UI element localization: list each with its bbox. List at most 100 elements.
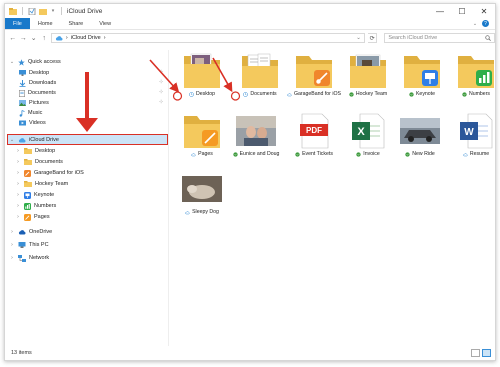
chevron-right-icon[interactable]: › xyxy=(15,192,21,198)
sidebar-onedrive[interactable]: › OneDrive xyxy=(9,227,52,237)
address-dropdown-icon[interactable]: ⌄ xyxy=(356,35,364,41)
pin-icon[interactable]: ⊹ xyxy=(159,69,163,75)
chevron-right-icon[interactable]: › xyxy=(15,148,21,154)
maximize-button[interactable]: ☐ xyxy=(451,4,473,18)
sidebar-item-icloud-hockey-team[interactable]: › Hockey Team xyxy=(15,179,68,189)
help-icon[interactable]: ? xyxy=(482,20,489,27)
folder-icon xyxy=(350,54,386,88)
sidebar-item-label: Documents xyxy=(28,90,56,96)
folder-icon xyxy=(184,53,220,88)
chevron-right-icon[interactable]: › xyxy=(9,229,15,235)
ribbon-expand-icon[interactable]: ⌄ xyxy=(472,21,478,27)
file-name: Numbers xyxy=(468,91,491,97)
file-name: Keynote xyxy=(415,91,436,97)
sidebar-item-icloud-documents[interactable]: › Documents xyxy=(15,157,63,167)
sidebar-item-label: Network xyxy=(29,255,50,261)
file-item-resume[interactable]: W Resume xyxy=(449,112,495,158)
up-button[interactable]: ↑ xyxy=(40,35,47,42)
sidebar-this-pc[interactable]: › This PC xyxy=(9,240,49,250)
file-item-invoice[interactable]: X Invoice xyxy=(341,112,395,158)
minimize-button[interactable]: — xyxy=(429,4,451,18)
sidebar-icloud-drive[interactable]: ⌄ iCloud Drive xyxy=(9,135,59,145)
new-folder-icon[interactable] xyxy=(39,8,47,15)
chevron-right-icon[interactable]: › xyxy=(9,255,15,261)
status-bar: 13 items xyxy=(5,346,495,360)
details-view-button[interactable] xyxy=(471,349,480,357)
sidebar-item-downloads[interactable]: Downloads xyxy=(19,78,56,88)
sidebar-item-music[interactable]: Music xyxy=(19,108,42,118)
chevron-right-icon[interactable]: › xyxy=(15,181,21,187)
file-item-event-tickets[interactable]: PDF Event Tickets xyxy=(287,112,341,158)
file-item-keynote[interactable]: Keynote xyxy=(395,52,449,98)
tab-home[interactable]: Home xyxy=(30,18,61,29)
file-item-new-ride[interactable]: New Ride xyxy=(393,112,447,158)
tab-share[interactable]: Share xyxy=(61,18,92,29)
sidebar-item-icloud-desktop[interactable]: › Desktop xyxy=(15,146,55,156)
sidebar-item-icloud-pages[interactable]: › Pages xyxy=(15,212,50,222)
refresh-button[interactable]: ⟳ xyxy=(367,33,378,43)
pin-icon[interactable]: ⊹ xyxy=(159,99,163,105)
chevron-down-icon[interactable]: ⌄ xyxy=(9,59,15,65)
chevron-down-icon[interactable]: ⌄ xyxy=(9,137,15,143)
address-path[interactable]: iCloud Drive xyxy=(71,35,101,41)
computer-icon xyxy=(18,242,26,248)
sidebar-item-label: Videos xyxy=(29,120,46,126)
folder-icon xyxy=(296,56,332,88)
sidebar-item-icloud-numbers[interactable]: › Numbers xyxy=(15,201,56,211)
chevron-right-icon[interactable]: › xyxy=(9,242,15,248)
pin-icon[interactable]: ⊹ xyxy=(159,79,163,85)
garageband-icon xyxy=(24,169,31,177)
sidebar-item-icloud-garageband[interactable]: › GarageBand for iOS xyxy=(15,168,84,178)
sidebar-item-videos[interactable]: Videos xyxy=(19,118,46,128)
file-item-garageband[interactable]: GarageBand for iOS xyxy=(287,52,341,98)
star-icon xyxy=(18,58,25,66)
back-button[interactable]: ← xyxy=(9,35,16,42)
file-name: New Ride xyxy=(412,151,435,157)
pdf-file-icon: PDF xyxy=(300,113,329,149)
tab-file[interactable]: File xyxy=(5,18,30,29)
search-icon xyxy=(485,35,491,41)
sidebar-item-desktop[interactable]: Desktop xyxy=(19,68,49,78)
cloud-status-icon xyxy=(287,92,292,96)
address-bar[interactable]: › iCloud Drive › ⌄ xyxy=(50,33,365,43)
file-name: Sleepy Dog xyxy=(192,209,219,215)
file-item-hockey-team[interactable]: Hockey Team xyxy=(341,52,395,98)
sidebar-item-label: Keynote xyxy=(34,192,55,198)
quick-toolbar-dropdown-icon[interactable]: ▾ xyxy=(50,8,56,14)
chevron-right-icon[interactable]: › xyxy=(15,214,21,220)
sidebar-network[interactable]: › Network xyxy=(9,253,49,263)
file-name: Hockey Team xyxy=(355,91,388,97)
ribbon-tabs: File Home Share View ⌄ ? xyxy=(5,18,495,30)
synced-icon xyxy=(232,151,238,157)
properties-icon[interactable] xyxy=(28,7,36,15)
sidebar-item-icloud-keynote[interactable]: › Keynote xyxy=(15,190,54,200)
sidebar-item-pictures[interactable]: Pictures xyxy=(19,98,49,108)
sidebar-item-label: OneDrive xyxy=(29,229,53,235)
recent-locations-button[interactable]: ⌄ xyxy=(30,34,37,42)
sidebar-item-documents[interactable]: Documents xyxy=(19,88,56,98)
large-icons-view-button[interactable] xyxy=(482,349,491,357)
folder-icon xyxy=(24,181,32,187)
sidebar-quick-access[interactable]: ⌄ Quick access xyxy=(9,57,61,67)
search-input[interactable]: Search iCloud Drive xyxy=(384,33,495,43)
item-count: 13 items xyxy=(11,350,32,356)
forward-button[interactable]: → xyxy=(19,35,27,42)
file-item-documents[interactable]: Documents xyxy=(233,52,287,98)
close-button[interactable]: ✕ xyxy=(473,4,495,18)
chevron-right-icon[interactable]: › xyxy=(15,170,21,176)
excel-file-icon: X xyxy=(352,113,385,149)
sidebar-item-label: Desktop xyxy=(29,70,50,76)
file-item-sleepy-dog[interactable]: Sleepy Dog xyxy=(175,170,229,216)
word-file-icon: W xyxy=(460,113,493,149)
icloud-drive-label: iCloud Drive xyxy=(29,137,59,143)
file-item-numbers[interactable]: Numbers xyxy=(449,52,495,98)
chevron-right-icon[interactable]: › xyxy=(15,203,21,209)
chevron-right-icon[interactable]: › xyxy=(15,159,21,165)
file-item-pages[interactable]: Pages xyxy=(175,112,229,158)
tab-view[interactable]: View xyxy=(91,18,119,29)
folder-icon xyxy=(184,116,220,148)
photo-thumbnail xyxy=(182,176,222,202)
pin-icon[interactable]: ⊹ xyxy=(159,89,163,95)
file-item-desktop[interactable]: Desktop xyxy=(175,52,229,98)
file-item-eunice-and-doug[interactable]: Eunice and Doug xyxy=(229,112,283,158)
